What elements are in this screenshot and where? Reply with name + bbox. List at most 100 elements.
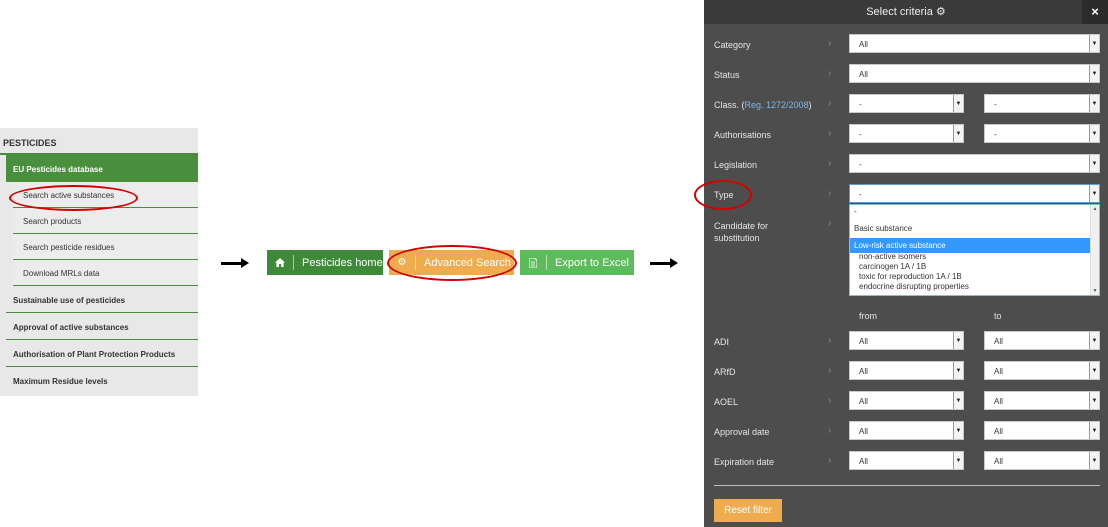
class-to-select[interactable]: - ▼: [984, 94, 1100, 113]
arrow-right-icon: [650, 258, 678, 268]
authorisations-from-select[interactable]: - ▼: [849, 124, 964, 143]
type-label: Type: [714, 190, 734, 200]
panel-divider: [714, 485, 1100, 486]
button-label: Advanced Search: [424, 256, 511, 269]
select-value: All: [859, 40, 868, 49]
dropdown-scrollbar[interactable]: ▲ ▼: [1090, 205, 1099, 295]
category-select[interactable]: All ▼: [849, 34, 1100, 53]
legislation-label: Legislation: [714, 160, 758, 170]
type-option[interactable]: Basic substance: [850, 218, 1099, 236]
export-excel-button[interactable]: Export to Excel: [520, 250, 634, 275]
select-value: -: [859, 100, 862, 109]
type-option[interactable]: -: [850, 205, 1099, 218]
type-option[interactable]: endocrine disrupting properties: [850, 282, 1099, 292]
chevron-right-icon: ›: [828, 218, 832, 229]
select-value: All: [994, 337, 1003, 346]
home-icon: [267, 258, 293, 267]
chevron-right-icon: ›: [828, 395, 832, 406]
gears-icon: ⚙: [397, 257, 407, 268]
regulation-link[interactable]: Reg. 1272/2008: [745, 100, 809, 110]
scroll-down-icon[interactable]: ▼: [1091, 288, 1099, 294]
select-criteria-panel: Select criteria ⚙ × Category › All ▼ Stat…: [694, 0, 1108, 527]
from-column-header: from: [859, 311, 877, 321]
type-select[interactable]: - ▼: [849, 184, 1100, 203]
expiration-date-label: Expiration date: [714, 457, 775, 467]
arfd-label: ARfD: [714, 367, 736, 377]
legislation-select[interactable]: - ▼: [849, 154, 1100, 173]
expiration-date-from-select[interactable]: All ▼: [849, 451, 964, 470]
file-icon: [520, 257, 546, 268]
dropdown-arrow-icon: ▼: [1089, 332, 1099, 349]
dropdown-arrow-icon: ▼: [1089, 452, 1099, 469]
dropdown-arrow-icon: ▼: [1089, 392, 1099, 409]
select-value: All: [859, 397, 868, 406]
select-value: -: [859, 160, 862, 169]
chevron-right-icon: ›: [828, 68, 832, 79]
authorisations-label: Authorisations: [714, 130, 772, 140]
dropdown-arrow-icon: ▼: [1089, 95, 1099, 112]
candidate-label: Candidate for substitution: [714, 221, 769, 243]
menu-subitem-download-mrls-data[interactable]: Download MRLs data: [13, 260, 198, 286]
expiration-date-to-select[interactable]: All ▼: [984, 451, 1100, 470]
class-label: Class. (Reg. 1272/2008): [714, 100, 812, 110]
arfd-to-select[interactable]: All ▼: [984, 361, 1100, 380]
arrow-right-icon: [221, 258, 249, 268]
chevron-right-icon: ›: [828, 335, 832, 346]
type-option[interactable]: carcinogen 1A / 1B: [850, 262, 1099, 272]
menu-item-eu-pesticides-database[interactable]: EU Pesticides database: [6, 155, 198, 182]
select-value: All: [994, 457, 1003, 466]
screenshot-root: PESTICIDES EU Pesticides database Search…: [0, 0, 1108, 527]
select-value: -: [859, 190, 862, 199]
adi-from-select[interactable]: All ▼: [849, 331, 964, 350]
class-label-close: ): [808, 100, 812, 110]
dropdown-arrow-icon: ▼: [953, 422, 963, 439]
scroll-up-icon[interactable]: ▲: [1091, 206, 1099, 212]
menu-subitem-search-pesticide-residues[interactable]: Search pesticide residues: [13, 234, 198, 260]
class-from-select[interactable]: - ▼: [849, 94, 964, 113]
chevron-right-icon: ›: [828, 188, 832, 199]
select-value: All: [994, 397, 1003, 406]
type-option-selected[interactable]: Low-risk active substance: [850, 238, 1099, 253]
close-button[interactable]: ×: [1082, 0, 1108, 24]
advanced-search-button[interactable]: ⚙ Advanced Search: [389, 250, 514, 275]
adi-to-select[interactable]: All ▼: [984, 331, 1100, 350]
aoel-label: AOEL: [714, 397, 739, 407]
chevron-right-icon: ›: [828, 158, 832, 169]
menu-subitem-search-products[interactable]: Search products: [13, 208, 198, 234]
status-label: Status: [714, 70, 740, 80]
dropdown-arrow-icon: ▼: [953, 332, 963, 349]
menu-item-approval-active-substances[interactable]: Approval of active substances: [6, 313, 198, 340]
dropdown-arrow-icon: ▼: [1089, 185, 1099, 202]
aoel-to-select[interactable]: All ▼: [984, 391, 1100, 410]
to-column-header: to: [994, 311, 1002, 321]
chevron-right-icon: ›: [828, 365, 832, 376]
approval-date-to-select[interactable]: All ▼: [984, 421, 1100, 440]
button-label: Export to Excel: [555, 256, 629, 269]
status-select[interactable]: All ▼: [849, 64, 1100, 83]
adi-label: ADI: [714, 337, 730, 347]
select-value: All: [994, 427, 1003, 436]
dropdown-arrow-icon: ▼: [953, 125, 963, 142]
menu-item-maximum-residue-levels[interactable]: Maximum Residue levels: [6, 367, 198, 394]
select-value: -: [994, 130, 997, 139]
button-label: Pesticides home: [302, 256, 383, 269]
select-value: All: [859, 427, 868, 436]
menu-item-sustainable-use[interactable]: Sustainable use of pesticides: [6, 286, 198, 313]
pesticides-home-button[interactable]: Pesticides home: [267, 250, 383, 275]
menu-subitem-search-active-substances[interactable]: Search active substances: [13, 182, 198, 208]
select-value: All: [859, 457, 868, 466]
chevron-right-icon: ›: [828, 425, 832, 436]
menu-item-authorisation-ppp[interactable]: Authorisation of Plant Protection Produc…: [6, 340, 198, 367]
select-value: All: [859, 70, 868, 79]
aoel-from-select[interactable]: All ▼: [849, 391, 964, 410]
type-option[interactable]: non-active isomers: [850, 252, 1099, 262]
approval-date-from-select[interactable]: All ▼: [849, 421, 964, 440]
type-option[interactable]: toxic for reproduction 1A / 1B: [850, 272, 1099, 282]
dropdown-arrow-icon: ▼: [953, 452, 963, 469]
arfd-from-select[interactable]: All ▼: [849, 361, 964, 380]
authorisations-to-select[interactable]: - ▼: [984, 124, 1100, 143]
menu-header: PESTICIDES: [0, 128, 198, 155]
reset-filter-button[interactable]: Reset filter: [714, 499, 782, 522]
dropdown-arrow-icon: ▼: [953, 392, 963, 409]
dropdown-arrow-icon: ▼: [1089, 35, 1099, 52]
